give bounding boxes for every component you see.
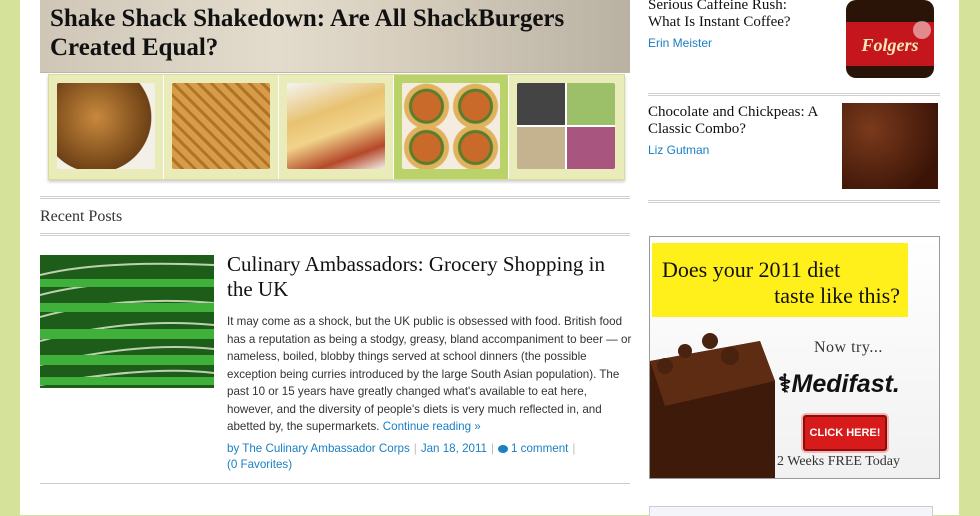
featured-hero[interactable]: Shake Shack Shakedown: Are All ShackBurg… [40,0,630,73]
date-link[interactable]: Jan 18, 2011 [421,442,487,455]
post-excerpt-text: It may come as a shock, but the UK publi… [227,315,632,433]
featured-thumbnail-strip [48,74,625,180]
folgers-jar-image[interactable]: Folgers [842,0,938,82]
ad-now-try: Now try... [814,339,883,356]
featured-title[interactable]: Shake Shack Shakedown: Are All ShackBurg… [50,4,630,62]
chocolate-image[interactable] [842,103,938,189]
post-thumbnail[interactable] [40,255,214,388]
thumb-burgers-grid[interactable] [394,75,509,179]
continue-reading-link[interactable]: Continue reading » [383,420,481,433]
sidebar-post-title[interactable]: Serious Caffeine Rush: What Is Instant C… [648,0,818,31]
meta-separator: | [413,442,417,455]
folgers-label: Folgers [860,35,918,55]
thumb-image [57,83,155,169]
thumb-waffle[interactable] [164,75,279,179]
thumb-fries-hotdog[interactable] [279,75,394,179]
chocolate-dessert-image [650,333,775,478]
ad-click-here-button[interactable]: CLICK HERE! [803,415,887,451]
section-divider [40,196,630,199]
post-title-link[interactable]: Culinary Ambassadors: Grocery Shopping i… [227,252,627,302]
ad-yellow-banner: Does your 2011 diet taste like this? [652,243,908,317]
recent-posts-heading: Recent Posts [40,208,123,225]
thumb-image [287,83,385,169]
thumb-collage[interactable] [509,75,624,179]
ad-offer-text: 2 Weeks FREE Today [777,454,900,469]
post-excerpt: It may come as a shock, but the UK publi… [227,313,632,436]
comment-bubble-icon [498,444,509,453]
thumb-image [402,83,500,169]
sidebar-post-title[interactable]: Chocolate and Chickpeas: A Classic Combo… [648,104,833,138]
thumb-image [172,83,270,169]
comments-link[interactable]: 1 comment [511,442,568,455]
sidebar-divider [648,200,940,203]
ad-brand-name: Medifast. [791,370,900,398]
page: Shake Shack Shakedown: Are All ShackBurg… [20,0,959,516]
meta-separator: | [491,442,495,455]
favorites-link[interactable]: (0 Favorites) [227,458,292,471]
medifast-ad[interactable]: Does your 2011 diet taste like this? Now… [649,236,940,479]
ad-headline-line2: taste like this? [774,283,900,308]
caduceus-icon: ⚕ [778,370,792,398]
thumb-image [517,83,615,169]
post-divider [40,483,630,484]
sidebar-divider [648,93,940,96]
author-link[interactable]: by The Culinary Ambassador Corps [227,442,410,455]
shopping-carts-image [40,255,214,388]
post-meta: by The Culinary Ambassador Corps | Jan 18,… [227,441,632,473]
thumb-fries-bowl[interactable] [49,75,164,179]
medifast-logo: ⚕Medifast. [778,369,900,399]
section-divider [40,233,630,236]
meta-separator: | [572,442,576,455]
ad-headline-line1: Does your 2011 diet [662,257,841,282]
